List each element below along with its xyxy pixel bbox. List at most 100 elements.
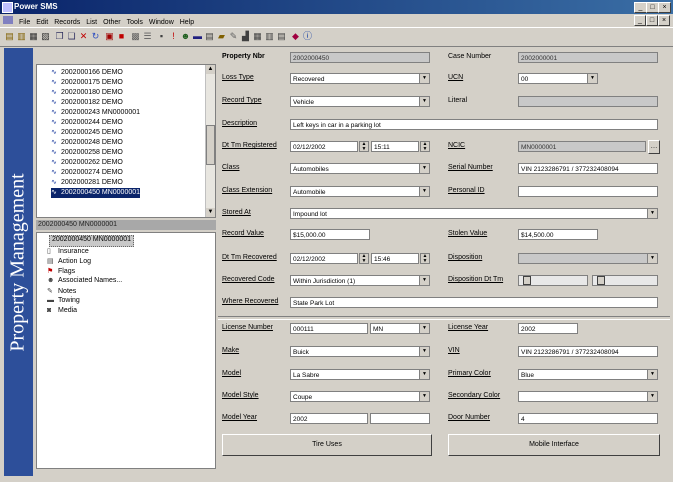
list-item[interactable]: ∿ 2002000262 DEMO [51, 158, 123, 168]
where-recovered-field[interactable]: State Park Lot [290, 297, 658, 308]
tree-item-media[interactable]: ◙ Media [47, 307, 77, 317]
delete-icon[interactable]: ✕ [78, 31, 89, 42]
folder-icon[interactable]: ▰ [216, 31, 227, 42]
pencil-icon[interactable]: ✎ [228, 31, 239, 42]
model-style-select[interactable]: Coupe ▼ [290, 391, 430, 402]
chevron-down-icon[interactable]: ▼ [419, 347, 429, 356]
mdi-close-button[interactable]: × [658, 15, 670, 26]
serial-number-field[interactable]: VIN 2123286791 / 377232408094 [518, 163, 658, 174]
door-number-field[interactable]: 4 [518, 413, 658, 424]
license-year-field[interactable]: 2002 [518, 323, 578, 334]
person-icon[interactable]: ☻ [180, 31, 191, 42]
chevron-down-icon[interactable]: ▼ [419, 164, 429, 173]
scroll-down-icon[interactable]: ▼ [206, 208, 215, 217]
chevron-down-icon[interactable]: ▼ [647, 392, 657, 401]
document-icon[interactable]: ▤ [204, 31, 215, 42]
model-year-field[interactable]: 2002 [290, 413, 368, 424]
chevron-down-icon[interactable]: ▼ [419, 74, 429, 83]
time-spinner[interactable]: ▲ ▼ [420, 253, 430, 264]
list-item[interactable]: ∿ 2002000244 DEMO [51, 118, 123, 128]
record-type-select[interactable]: Vehicle ▼ [290, 96, 430, 107]
date-spinner[interactable]: ▲ ▼ [359, 253, 369, 264]
scroll-up-icon[interactable]: ▲ [206, 65, 215, 74]
list-item[interactable]: ∿ 2002000180 DEMO [51, 88, 123, 98]
chevron-down-icon[interactable]: ▼ [419, 392, 429, 401]
stolen-value-field[interactable]: $14,500.00 [518, 229, 598, 240]
stop-icon[interactable]: ■ [116, 31, 127, 42]
grid-icon[interactable]: ▩ [130, 31, 141, 42]
chevron-down-icon[interactable]: ▼ [419, 276, 429, 285]
chevron-down-icon[interactable]: ▼ [419, 370, 429, 379]
case-number-field[interactable]: 2002000001 [518, 52, 658, 63]
save-icon[interactable]: ▦ [28, 31, 39, 42]
subtree-root[interactable]: 2002000450 MN0000001 [49, 235, 135, 247]
class-extension-select[interactable]: Automobile ▼ [290, 186, 430, 197]
info-icon[interactable]: ⓘ [302, 31, 313, 42]
loss-type-select[interactable]: Recovered ▼ [290, 73, 430, 84]
tree-item-action-log[interactable]: ▤ Action Log [47, 257, 91, 267]
disposition-select[interactable]: ▼ [518, 253, 658, 264]
vehicle-icon[interactable]: ▬ [192, 31, 203, 42]
primary-color-select[interactable]: Blue ▼ [518, 369, 658, 380]
chevron-down-icon[interactable]: ▼ [587, 74, 597, 83]
description-field[interactable]: Left keys in car in a parking lot [290, 119, 658, 130]
menu-file[interactable]: File [19, 19, 30, 26]
list-icon[interactable]: ☰ [142, 31, 153, 42]
tag-icon[interactable]: ◆ [290, 31, 301, 42]
time-spinner[interactable]: ▲ ▼ [420, 141, 430, 152]
make-select[interactable]: Buick ▼ [290, 346, 430, 357]
menu-edit[interactable]: Edit [36, 19, 48, 26]
license-state-select[interactable]: MN ▼ [370, 323, 430, 334]
copy-icon[interactable]: ❐ [54, 31, 65, 42]
literal-field[interactable] [518, 96, 658, 107]
list-item[interactable]: ∿ 2002000166 DEMO [51, 68, 123, 78]
calculator-icon[interactable]: ▤ [276, 31, 287, 42]
ncic-field[interactable]: MN0000001 [518, 141, 646, 152]
open-icon[interactable]: ▥ [16, 31, 27, 42]
chevron-down-icon[interactable]: ▼ [647, 370, 657, 379]
personal-id-field[interactable] [518, 186, 658, 197]
chevron-down-icon[interactable]: ▼ [419, 324, 429, 333]
menu-help[interactable]: Help [180, 19, 194, 26]
dt-recovered-date[interactable]: 02/12/2002 [290, 253, 358, 264]
mobile-interface-button[interactable]: Mobile Interface [448, 434, 660, 456]
menu-list[interactable]: List [86, 19, 97, 26]
list-item[interactable]: ∿ 2002000248 DEMO [51, 138, 123, 148]
save-all-icon[interactable]: ▧ [40, 31, 51, 42]
disposition-date-slider[interactable] [518, 275, 588, 286]
tree-item-towing[interactable]: ▬ Towing [47, 297, 80, 307]
paste-icon[interactable]: ❏ [66, 31, 77, 42]
dt-registered-date[interactable]: 02/12/2002 [290, 141, 358, 152]
record-value-field[interactable]: $15,000.00 [290, 229, 370, 240]
list-item[interactable]: ∿ 2002000281 DEMO [51, 178, 123, 188]
chevron-down-icon[interactable]: ▼ [647, 209, 657, 218]
refresh-icon[interactable]: ↻ [90, 31, 101, 42]
record-subtree[interactable]: 2002000450 MN0000001 ▯ Insurance ▤ Action … [36, 232, 216, 469]
recovered-code-select[interactable]: Within Jurisdiction (1) ▼ [290, 275, 430, 286]
chevron-down-icon[interactable]: ▼ [419, 97, 429, 106]
list-item[interactable]: ∿ 2002000274 DEMO [51, 168, 123, 178]
tree-item-associated-names[interactable]: ☻ Associated Names... [47, 277, 122, 287]
list-item[interactable]: ∿ 2002000245 DEMO [51, 128, 123, 138]
stored-at-select[interactable]: Impound lot ▼ [290, 208, 658, 219]
menu-tools[interactable]: Tools [127, 19, 143, 26]
class-select[interactable]: Automobiles ▼ [290, 163, 430, 174]
list-scrollbar[interactable]: ▲ ▼ [205, 65, 215, 217]
report-icon[interactable]: ▦ [252, 31, 263, 42]
ucr-select[interactable]: 00 ▼ [518, 73, 598, 84]
property-list[interactable]: ∿ 2002000166 DEMO ∿ 2002000175 DEMO ∿ 20020… [36, 64, 216, 218]
calendar-icon[interactable]: ▥ [264, 31, 275, 42]
ncic-lookup-button[interactable]: … [648, 140, 660, 154]
list-item-selected[interactable]: ∿ 2002000450 MN0000001 [51, 188, 141, 198]
menu-other[interactable]: Other [103, 19, 121, 26]
list-item[interactable]: ∿ 2002000243 MN0000001 [51, 108, 140, 118]
date-spinner[interactable]: ▲ ▼ [359, 141, 369, 152]
tree-item-notes[interactable]: ✎ Notes [47, 287, 76, 297]
slider-thumb[interactable] [597, 276, 605, 285]
alert-icon[interactable]: ! [168, 31, 179, 42]
chevron-down-icon[interactable]: ▼ [419, 187, 429, 196]
list-item[interactable]: ∿ 2002000258 DEMO [51, 148, 123, 158]
scroll-thumb[interactable] [206, 125, 215, 165]
mdi-restore-button[interactable]: □ [646, 15, 658, 26]
license-number-field[interactable]: 000111 [290, 323, 368, 334]
